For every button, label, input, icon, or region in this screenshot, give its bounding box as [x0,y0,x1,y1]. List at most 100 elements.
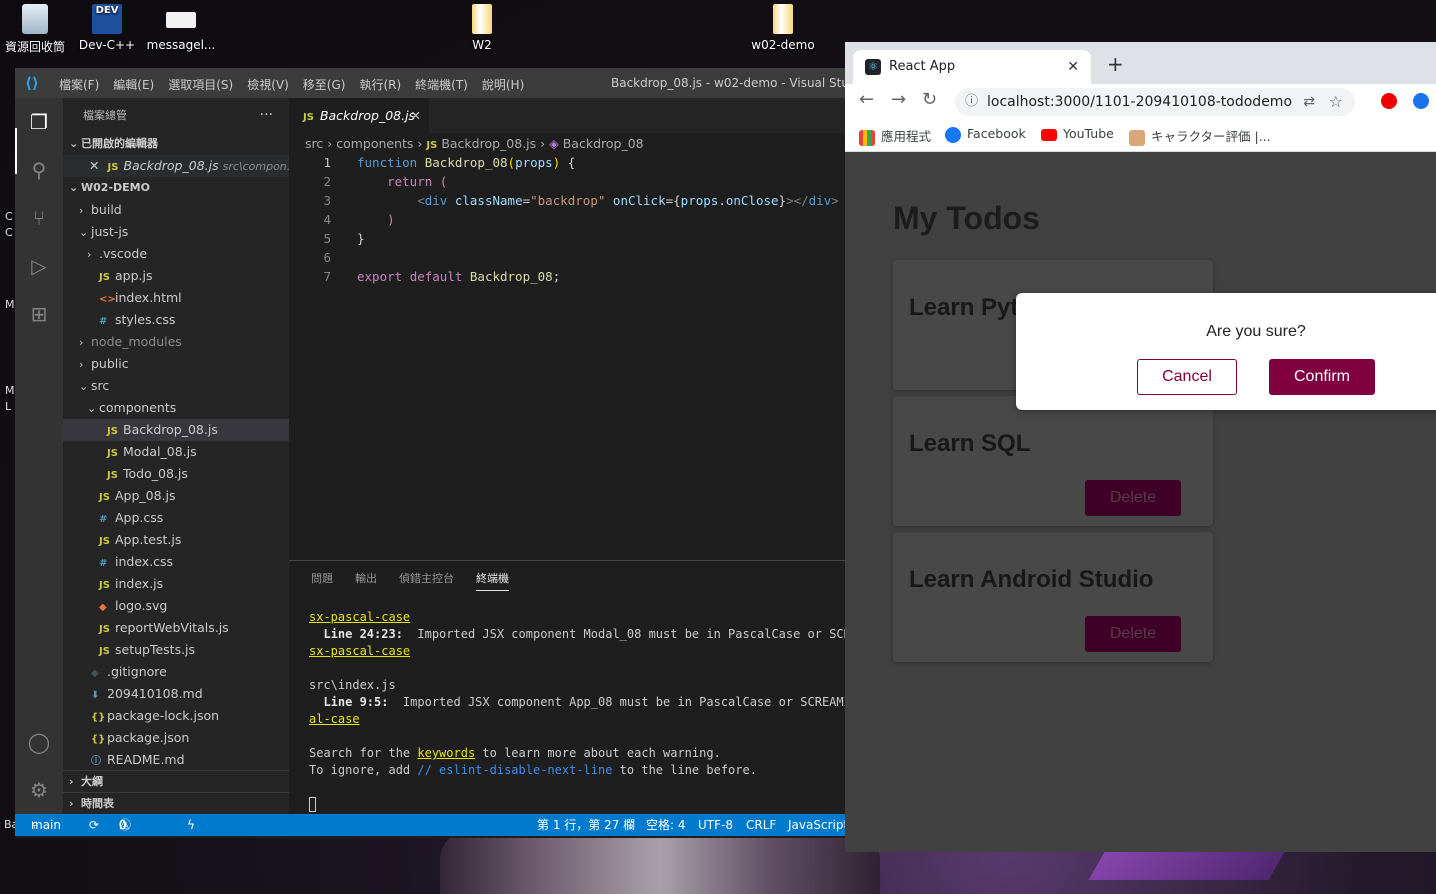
explorer-icon[interactable]: ❐ [27,110,51,134]
close-tab-icon[interactable]: ✕ [411,98,421,133]
menu-selection[interactable]: 選取項目(S) [168,76,233,93]
desktop-icon-w2[interactable]: W2 [447,2,517,52]
todo-card: Learn SQL Delete [893,396,1213,526]
run-debug-icon[interactable]: ▷ [27,254,51,278]
file-tree-item[interactable]: JS setupTests.js [63,639,289,661]
active-indicator [15,128,17,174]
close-icon[interactable]: ✕ [89,158,99,173]
json-file-icon: {} [91,712,106,723]
css-file-icon: # [99,558,108,569]
file-tree-item[interactable]: ◆ .gitignore [63,661,289,683]
file-tree-item[interactable]: ⌄ just-js [63,221,289,243]
file-tree-item[interactable]: JS reportWebVitals.js [63,617,289,639]
tab-backdrop[interactable]: JS Backdrop_08.js ✕ [289,98,429,133]
line-number: 7 [323,269,331,284]
line-ending[interactable]: CRLF [746,814,776,836]
menu-go[interactable]: 移至(G) [303,76,346,93]
source-control-icon[interactable]: ⑂ [27,206,51,230]
bookmark-apps[interactable]: 應用程式 [859,126,931,146]
bookmark-facebook[interactable]: Facebook [945,126,1026,143]
indentation[interactable]: 空格: 4 [646,814,686,836]
new-tab-button[interactable]: + [1107,54,1124,74]
search-icon[interactable]: ⚲ [27,158,51,182]
sync-icon[interactable]: ⟳ [89,814,99,836]
browser-tab[interactable]: ⚛ React App ✕ [853,50,1091,84]
menu-view[interactable]: 檢視(V) [247,76,289,93]
file-tree-item[interactable]: {} package.json [63,727,289,749]
project-section[interactable]: ⌄ W02-DEMO [63,177,289,199]
open-editor-item[interactable]: ✕JSBackdrop_08.js src\compon... [63,155,289,177]
cursor-position[interactable]: 第 1 行，第 27 欄 [537,814,635,836]
file-tree-label: reportWebVitals.js [115,620,229,635]
address-bar[interactable]: ⓘ localhost:3000/1101-209410108-tododemo… [955,88,1355,116]
close-tab-icon[interactable]: ✕ [1067,50,1079,84]
extensions-icon[interactable]: ⊞ [27,302,51,326]
confirm-button[interactable]: Confirm [1269,359,1375,395]
settings-gear-icon[interactable]: ⚙ [27,778,51,802]
file-tree-item[interactable]: # styles.css [63,309,289,331]
extension-icon[interactable] [1413,93,1429,109]
reload-icon[interactable]: ↻ [922,90,937,110]
encoding[interactable]: UTF-8 [698,814,733,836]
file-tree-item[interactable]: {} package-lock.json [63,705,289,727]
file-tree-label: Todo_08.js [123,466,188,481]
tab-output[interactable]: 輸出 [355,561,377,597]
file-tree-item[interactable]: › build [63,199,289,221]
file-tree-item[interactable]: # index.css [63,551,289,573]
file-tree-item[interactable]: ◆ logo.svg [63,595,289,617]
file-tree-item[interactable]: JS App.test.js [63,529,289,551]
file-tree-item[interactable]: ⌄ src [63,375,289,397]
js-file-icon: JS [107,470,118,481]
desktop-icon-recycle-bin[interactable]: 資源回收筒 [0,2,70,55]
cancel-button[interactable]: Cancel [1137,359,1237,395]
site-info-icon[interactable]: ⓘ [965,88,978,116]
desktop-icon-message[interactable]: messagel... [146,2,216,52]
adblock-extension-icon[interactable] [1381,93,1397,109]
bookmarks-bar: 應用程式 Facebook YouTube キャラクター評価 |... [845,118,1436,152]
terminal-output[interactable]: sx-pascal-case Line 24:23: Imported JSX … [309,609,845,813]
outline-section[interactable]: › 大綱 [63,770,289,792]
file-tree-item[interactable]: ⓘ README.md [63,749,289,771]
language-mode[interactable]: JavaScript [788,814,848,836]
menu-run[interactable]: 執行(R) [359,76,401,93]
bookmark-star-icon[interactable]: ☆ [1329,88,1343,116]
file-tree-item[interactable]: <>index.html [63,287,289,309]
bookmark-character[interactable]: キャラクター評価 |... [1129,126,1271,146]
file-tree-item[interactable]: › node_modules [63,331,289,353]
delete-button[interactable]: Delete [1085,616,1181,652]
file-tree-item[interactable]: ⌄ components [63,397,289,419]
desktop-icon-w02-demo[interactable]: w02-demo [748,2,818,52]
file-tree-item[interactable]: › .vscode [63,243,289,265]
menu-edit[interactable]: 編輯(E) [113,76,154,93]
tab-terminal[interactable]: 終端機 [476,561,509,597]
file-tree-item[interactable]: › public [63,353,289,375]
account-icon[interactable]: ◯ [27,730,51,754]
bookmark-youtube[interactable]: YouTube [1041,126,1114,141]
tab-debug-console[interactable]: 偵錯主控台 [399,561,454,597]
file-tree-item[interactable]: JS Todo_08.js [63,463,289,485]
desktop-icon-devcpp[interactable]: DEV Dev-C++ [72,2,142,52]
file-tree-item[interactable]: # App.css [63,507,289,529]
delete-button[interactable]: Delete [1085,480,1181,516]
tab-problems[interactable]: 問題 [311,561,333,597]
menu-terminal[interactable]: 終端機(T) [415,76,468,93]
file-tree-item[interactable]: JS App_08.js [63,485,289,507]
git-file-icon: ◆ [91,668,99,679]
vscode-titlebar: ⟨⟩ 檔案(F) 編輯(E) 選取項目(S) 檢視(V) 移至(G) 執行(R)… [15,68,845,98]
more-actions-icon[interactable]: ··· [260,98,273,133]
forward-icon[interactable]: → [891,90,906,110]
timeline-section[interactable]: › 時間表 [63,792,289,814]
menu-file[interactable]: 檔案(F) [59,76,99,93]
file-tree-item[interactable]: ⬇ 209410108.md [63,683,289,705]
file-tree-item[interactable]: JS app.js [63,265,289,287]
file-tree-item[interactable]: JS Modal_08.js [63,441,289,463]
translate-icon[interactable]: ⇄ [1303,88,1315,116]
explorer-sidebar: 檔案總管 ··· ⌄ 已開啟的編輯器 ✕ JS Backdrop_08.js src\… [63,98,289,814]
open-editors-section[interactable]: ⌄ 已開啟的編輯器 [63,133,289,155]
menu-help[interactable]: 說明(H) [482,76,524,93]
lightning-icon[interactable]: ϟ [187,814,195,836]
file-tree-item[interactable]: JS index.js [63,573,289,595]
file-tree-item[interactable]: JS Backdrop_08.js [63,419,289,441]
editor-area: JS Backdrop_08.js ✕ src › components › JS… [289,98,845,560]
back-icon[interactable]: ← [859,90,874,110]
